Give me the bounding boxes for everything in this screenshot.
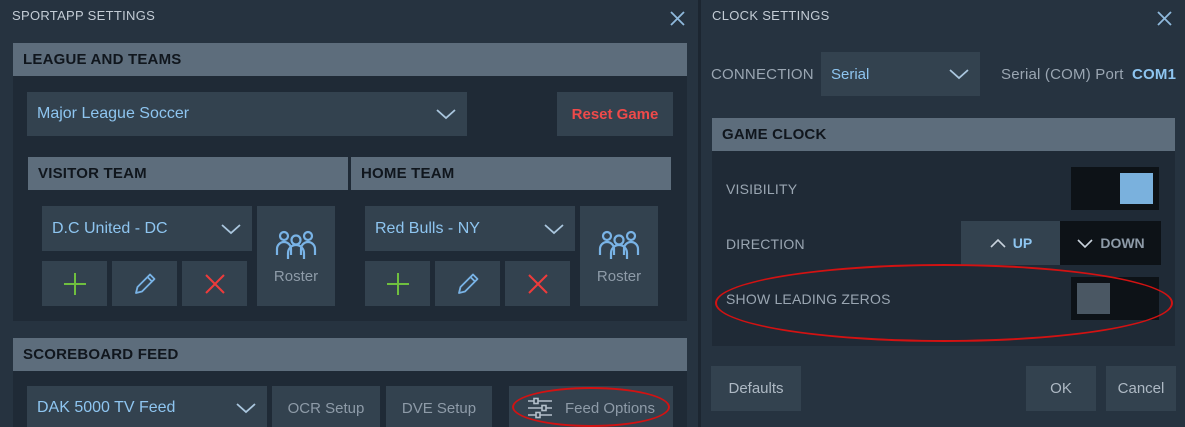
home-delete-button[interactable] <box>505 261 570 306</box>
chevron-down-icon <box>221 223 241 234</box>
visibility-label: VISIBILITY <box>726 181 798 197</box>
pencil-icon <box>134 273 155 294</box>
ocr-setup-button[interactable]: OCR Setup <box>272 386 380 427</box>
visitor-delete-button[interactable] <box>182 261 247 306</box>
chevron-down-icon <box>1077 238 1093 248</box>
connection-value: Serial <box>831 65 870 83</box>
connection-dropdown[interactable]: Serial <box>821 52 980 96</box>
feed-options-button[interactable]: Feed Options <box>509 386 673 427</box>
toggle-knob <box>1077 283 1110 314</box>
port-label: Serial (COM) Port <box>1001 66 1124 83</box>
chevron-down-icon <box>544 223 564 234</box>
home-team-dropdown[interactable]: Red Bulls - NY <box>365 206 575 251</box>
roster-label: Roster <box>273 267 319 285</box>
toggle-knob <box>1120 173 1153 204</box>
league-dropdown-value: Major League Soccer <box>37 105 190 122</box>
visitor-team-value: D.C United - DC <box>52 219 168 237</box>
connection-label: CONNECTION <box>711 66 814 83</box>
direction-up-button[interactable]: UP <box>961 221 1060 265</box>
panel-title: SPORTAPP SETTINGS <box>12 8 156 23</box>
dve-setup-button[interactable]: DVE Setup <box>386 386 492 427</box>
home-team-header: HOME TEAM <box>351 157 671 190</box>
ok-button[interactable]: OK <box>1026 366 1096 411</box>
visitor-team-header: VISITOR TEAM <box>28 157 348 190</box>
home-roster-button[interactable]: Roster <box>580 206 658 306</box>
visitor-team-dropdown[interactable]: D.C United - DC <box>42 206 252 251</box>
direction-down-button[interactable]: DOWN <box>1060 221 1161 265</box>
direction-down-label: DOWN <box>1100 235 1145 251</box>
panel-title: CLOCK SETTINGS <box>712 8 830 23</box>
visibility-toggle[interactable] <box>1071 167 1159 210</box>
home-edit-button[interactable] <box>435 261 500 306</box>
feed-dropdown[interactable]: DAK 5000 TV Feed <box>27 386 267 427</box>
scoreboard-feed-header: SCOREBOARD FEED <box>13 338 687 371</box>
plus-icon <box>386 272 409 295</box>
chevron-down-icon <box>436 109 456 120</box>
game-clock-header: GAME CLOCK <box>712 118 1175 151</box>
home-team-value: Red Bulls - NY <box>375 219 480 237</box>
cancel-button[interactable]: Cancel <box>1106 366 1176 411</box>
visitor-edit-button[interactable] <box>112 261 177 306</box>
visitor-roster-button[interactable]: Roster <box>257 206 335 306</box>
clock-settings-panel: CLOCK SETTINGS CONNECTION Serial Serial … <box>701 0 1185 427</box>
sliders-icon <box>527 397 552 419</box>
direction-up-label: UP <box>1012 235 1033 251</box>
close-icon <box>527 273 548 294</box>
chevron-up-icon <box>990 238 1006 248</box>
feed-dropdown-value: DAK 5000 TV Feed <box>37 399 176 416</box>
plus-icon <box>63 272 86 295</box>
leading-zeros-toggle[interactable] <box>1071 277 1159 320</box>
chevron-down-icon <box>949 69 969 80</box>
defaults-button[interactable]: Defaults <box>711 366 801 411</box>
sportapp-settings-panel: SPORTAPP SETTINGS LEAGUE AND TEAMS Major… <box>0 0 698 427</box>
feed-options-label: Feed Options <box>564 399 656 417</box>
league-dropdown[interactable]: Major League Soccer <box>27 92 467 136</box>
roster-label: Roster <box>596 267 642 285</box>
reset-game-button[interactable]: Reset Game <box>557 92 673 136</box>
port-value: COM1 <box>1132 66 1177 83</box>
close-icon[interactable] <box>669 10 686 27</box>
team-roster-icon <box>598 230 640 259</box>
team-roster-icon <box>275 230 317 259</box>
league-section-header: LEAGUE AND TEAMS <box>13 43 687 76</box>
pencil-icon <box>457 273 478 294</box>
visitor-add-button[interactable] <box>42 261 107 306</box>
close-icon <box>204 273 225 294</box>
direction-label: DIRECTION <box>726 236 805 252</box>
close-icon[interactable] <box>1156 10 1173 27</box>
leading-zeros-label: SHOW LEADING ZEROS <box>726 291 891 307</box>
chevron-down-icon <box>236 403 256 414</box>
home-add-button[interactable] <box>365 261 430 306</box>
